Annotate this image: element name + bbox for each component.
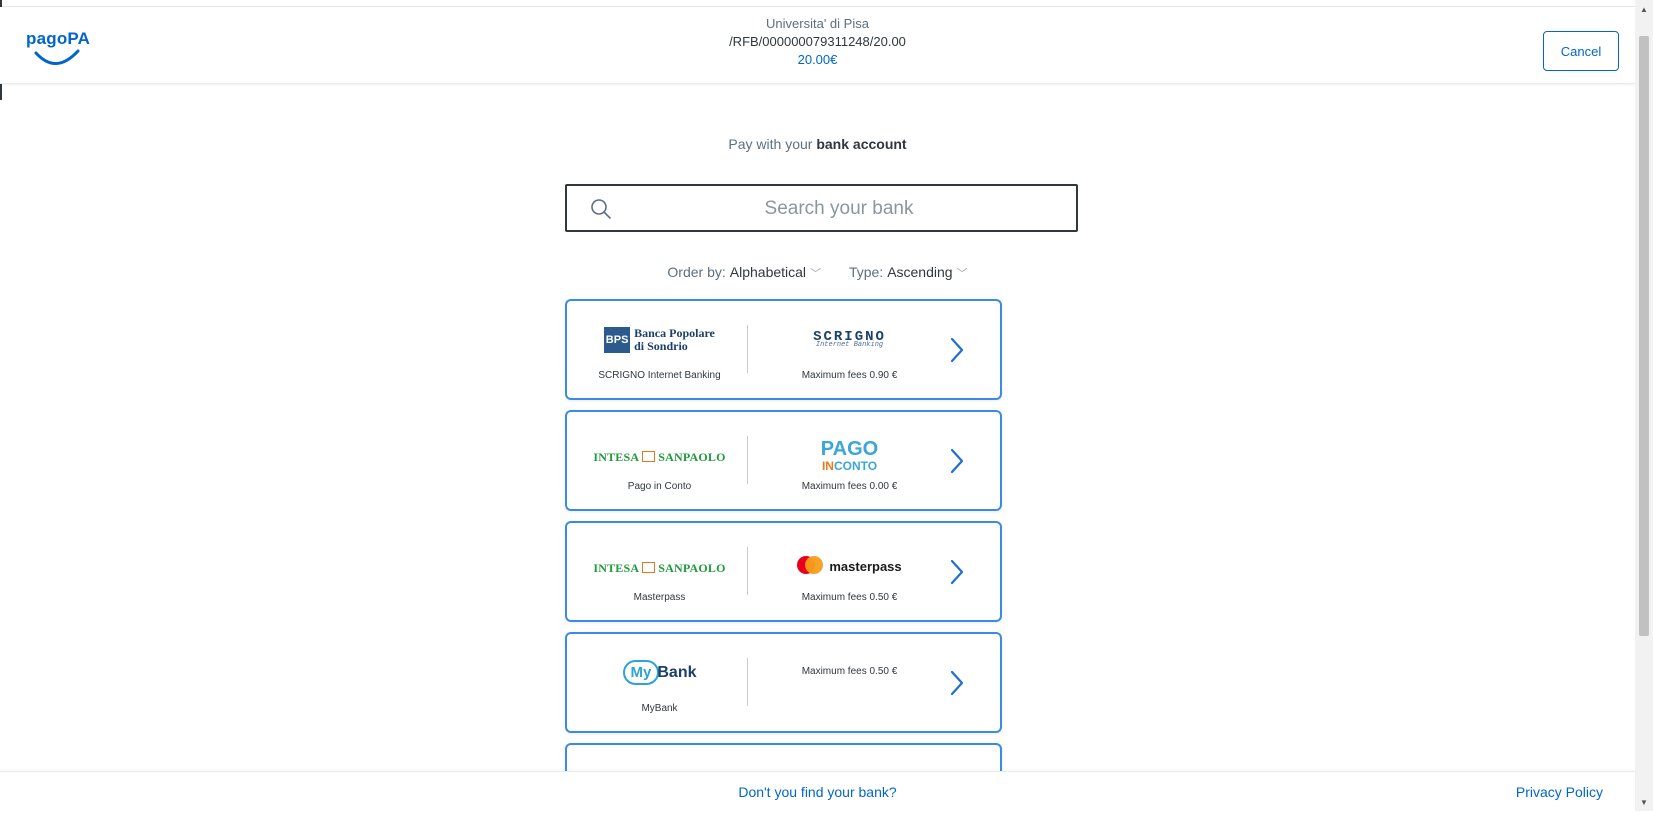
pago-in-conto-logo: PAGO INCONTO bbox=[757, 438, 942, 473]
bank-card-middle: masterpass Maximum fees 0.50 € bbox=[757, 523, 942, 620]
scroll-up-icon[interactable]: ▲ bbox=[1635, 0, 1653, 18]
maximum-fees: Maximum fees 0.00 € bbox=[801, 481, 898, 492]
chevron-down-icon: ﹀ bbox=[956, 268, 968, 280]
intesa-logo-b: SANPAOLO bbox=[658, 450, 726, 464]
intesa-sanpaolo-logo: INTESA SANPAOLO bbox=[567, 559, 752, 577]
masterpass-logo-text: masterpass bbox=[829, 559, 902, 574]
chevron-down-icon: ﹀ bbox=[810, 268, 822, 280]
payment-info: Universita' di Pisa /RFB/000000079311248… bbox=[0, 15, 1635, 69]
intesa-sanpaolo-logo: INTESA SANPAOLO bbox=[567, 448, 752, 466]
bank-card-left: My Bank MyBank bbox=[567, 634, 752, 731]
bank-card-mybank[interactable]: My Bank MyBank Maximum fees 0.50 € bbox=[565, 632, 1002, 733]
bank-card-left: BPS Banca Popolare di Sondrio SCRIGNO Inte… bbox=[567, 301, 752, 398]
subtitle-bold: bank account bbox=[816, 136, 907, 152]
order-controls: Order by: Alphabetical ﹀ Type: Ascending ﹀ bbox=[0, 264, 1635, 281]
cancel-button[interactable]: Cancel bbox=[1543, 31, 1619, 71]
bank-service-name: SCRIGNO Internet Banking bbox=[598, 370, 721, 381]
intesa-logo-a: INTESA bbox=[593, 450, 640, 464]
chevron-right-icon bbox=[949, 559, 965, 590]
pago-logo-in: IN bbox=[821, 459, 834, 473]
order-by-select[interactable]: Order by: Alphabetical ﹀ bbox=[667, 264, 821, 281]
top-border bbox=[0, 0, 1635, 7]
payment-amount: 20.00€ bbox=[797, 52, 838, 67]
banca-popolare-sondrio-logo: BPS Banca Popolare di Sondrio bbox=[604, 326, 715, 353]
mybank-logo-bank: Bank bbox=[657, 663, 697, 681]
bank-service-name: Pago in Conto bbox=[627, 481, 692, 492]
bank-list: BPS Banca Popolare di Sondrio SCRIGNO Inte… bbox=[565, 299, 1002, 813]
subtitle-prefix: Pay with your bbox=[728, 136, 813, 152]
pago-logo-conto: CONTO bbox=[833, 459, 878, 473]
type-label: Type: bbox=[848, 264, 884, 280]
card-divider bbox=[747, 325, 748, 373]
card-divider bbox=[747, 436, 748, 484]
maximum-fees: Maximum fees 0.50 € bbox=[801, 592, 898, 603]
search-input[interactable] bbox=[627, 192, 1051, 226]
order-by-value: Alphabetical bbox=[729, 264, 807, 280]
bank-service-name: MyBank bbox=[641, 703, 678, 714]
bank-card-middle: Maximum fees 0.50 € bbox=[757, 634, 942, 731]
bank-card-masterpass[interactable]: INTESA SANPAOLO Masterpass masterpass Max… bbox=[565, 521, 1002, 622]
page-header: pagoPA Universita' di Pisa /RFB/00000007… bbox=[0, 7, 1635, 84]
scroll-down-icon[interactable]: ▼ bbox=[1635, 793, 1653, 811]
chevron-right-icon bbox=[949, 337, 965, 368]
card-divider bbox=[747, 658, 748, 706]
pago-logo-text: PAGO bbox=[820, 438, 879, 460]
scrigno-logo-sub: Internet Banking bbox=[815, 341, 884, 349]
scrigno-logo: SCRIGNO Internet Banking bbox=[757, 327, 942, 349]
masterpass-logo: masterpass bbox=[757, 556, 942, 579]
page-footer: Don't you find your bank? Privacy Policy bbox=[0, 771, 1635, 812]
bank-card-middle: PAGO INCONTO Maximum fees 0.00 € bbox=[757, 412, 942, 509]
bank-card-middle: SCRIGNO Internet Banking Maximum fees 0.9… bbox=[757, 301, 942, 398]
bank-card-scrigno[interactable]: BPS Banca Popolare di Sondrio SCRIGNO Inte… bbox=[565, 299, 1002, 400]
bank-card-left: INTESA SANPAOLO Pago in Conto bbox=[567, 412, 752, 509]
organization-name: Universita' di Pisa bbox=[766, 16, 869, 31]
scrollbar-thumb[interactable] bbox=[1639, 36, 1649, 636]
type-select[interactable]: Type: Ascending ﹀ bbox=[849, 264, 968, 281]
payment-code: /RFB/000000079311248/20.00 bbox=[729, 34, 906, 49]
page-subtitle: Pay with your bank account bbox=[0, 136, 1635, 152]
bank-logo-line1: Banca Popolare bbox=[634, 326, 715, 340]
bank-logo-line2: di Sondrio bbox=[634, 339, 688, 353]
bank-card-pago-in-conto[interactable]: INTESA SANPAOLO Pago in Conto PAGO INCONT… bbox=[565, 410, 1002, 511]
type-value: Ascending bbox=[887, 264, 953, 280]
chevron-right-icon bbox=[949, 448, 965, 479]
bank-card-left: INTESA SANPAOLO Masterpass bbox=[567, 523, 752, 620]
chevron-right-icon bbox=[949, 670, 965, 701]
search-box[interactable] bbox=[565, 184, 1078, 232]
vertical-scrollbar[interactable]: ▲ ▼ bbox=[1635, 0, 1653, 811]
mybank-logo-my: My bbox=[622, 660, 660, 685]
maximum-fees: Maximum fees 0.90 € bbox=[801, 370, 898, 381]
bank-service-name: Masterpass bbox=[633, 592, 686, 603]
mybank-logo: My Bank bbox=[567, 660, 752, 685]
search-icon bbox=[589, 197, 613, 226]
intesa-logo-a: INTESA bbox=[593, 561, 640, 575]
card-divider bbox=[747, 547, 748, 595]
order-by-label: Order by: bbox=[667, 264, 726, 280]
maximum-fees: Maximum fees 0.50 € bbox=[801, 666, 898, 677]
bank-not-found-link[interactable]: Don't you find your bank? bbox=[0, 784, 1635, 800]
privacy-policy-link[interactable]: Privacy Policy bbox=[1516, 784, 1603, 800]
intesa-logo-b: SANPAOLO bbox=[658, 561, 726, 575]
